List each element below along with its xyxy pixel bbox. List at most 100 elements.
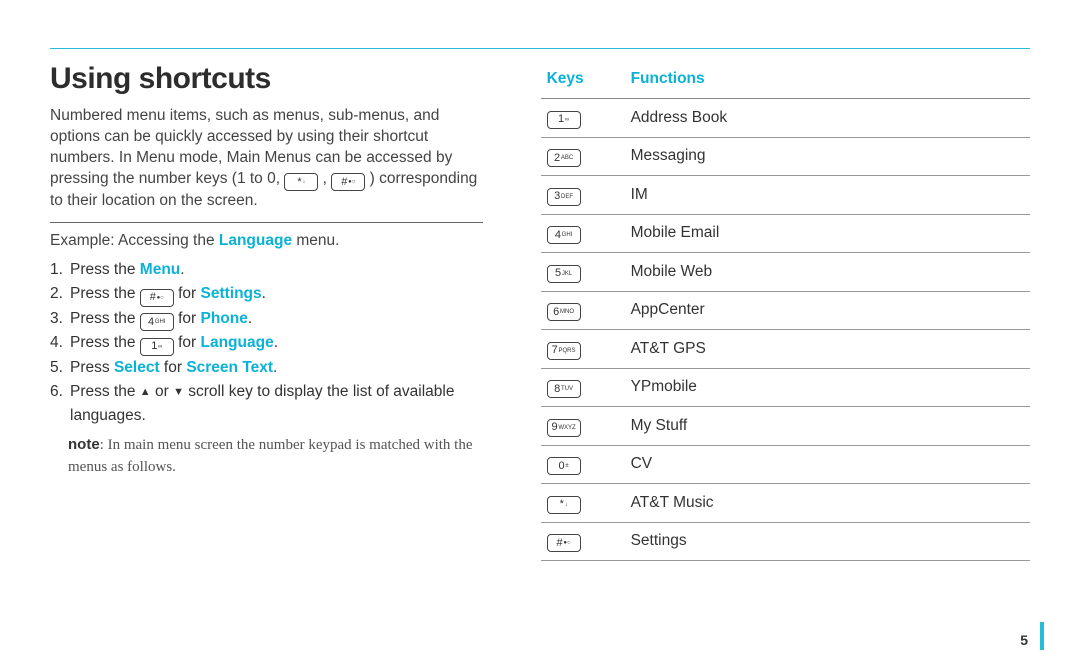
example-line: Example: Accessing the Language menu.: [50, 231, 483, 252]
key-main: 4: [555, 230, 561, 241]
step-keyword: Menu: [140, 261, 180, 278]
key-cell: 5JKL: [541, 253, 625, 292]
function-cell: Address Book: [625, 99, 1030, 138]
keypad-key-icon: 7PQRS: [547, 342, 581, 360]
intro-text-2: ,: [323, 170, 327, 187]
step-keyword: Select: [114, 359, 160, 376]
step-text: .: [248, 310, 252, 327]
keypad-key-icon: 3DEF: [547, 188, 581, 206]
key-sub: DEF: [561, 194, 573, 200]
manual-page: Using shortcuts Numbered menu items, suc…: [0, 0, 1080, 670]
key-cell: 6MNO: [541, 291, 625, 330]
key-main: 8: [554, 384, 560, 395]
function-cell: IM: [625, 176, 1030, 215]
key-cell: 8TUV: [541, 368, 625, 407]
key-sub: ±: [565, 463, 568, 469]
keypad-key-icon: 9WXYZ: [547, 419, 581, 437]
function-cell: AppCenter: [625, 291, 1030, 330]
note-text: : In main menu screen the number keypad …: [68, 437, 472, 475]
keypad-key-icon: 5JKL: [547, 265, 581, 283]
key-sub: GHI: [155, 319, 166, 325]
hash-key-icon: #●○: [140, 289, 174, 307]
page-accent-bar: [1040, 622, 1044, 650]
table-row: 0± CV: [541, 445, 1030, 484]
key-cell: 9WXYZ: [541, 407, 625, 446]
one-key-icon: 1∞: [140, 338, 174, 356]
step-3: Press the 4GHI for Phone.: [50, 307, 483, 332]
key-cell: 4GHI: [541, 214, 625, 253]
table-row: *↓AT&T Music: [541, 484, 1030, 523]
keypad-key-icon: 4GHI: [547, 226, 581, 244]
step-text: Press: [70, 359, 114, 376]
table-row: #●○ Settings: [541, 522, 1030, 561]
keypad-key-icon: 1∞: [547, 111, 581, 129]
table-header-keys: Keys: [541, 62, 625, 99]
function-cell: Settings: [625, 522, 1030, 561]
key-main: 9: [552, 422, 558, 433]
step-keyword: Settings: [200, 285, 261, 302]
key-main: 7: [552, 345, 558, 356]
note-label: note: [68, 436, 100, 453]
key-cell: *↓: [541, 484, 625, 523]
hash-key-icon: #●○: [331, 173, 365, 191]
function-cell: AT&T Music: [625, 484, 1030, 523]
key-main: *: [560, 499, 564, 510]
table-row: 9WXYZ My Stuff: [541, 407, 1030, 446]
table-row: 8TUVYPmobile: [541, 368, 1030, 407]
key-sub: PQRS: [559, 348, 576, 354]
two-column-layout: Using shortcuts Numbered menu items, suc…: [50, 40, 1030, 561]
key-sub: WXYZ: [558, 425, 575, 431]
key-main: 2: [554, 153, 560, 164]
table-row: 3DEF IM: [541, 176, 1030, 215]
four-key-icon: 4GHI: [140, 313, 174, 331]
keypad-key-icon: 0±: [547, 457, 581, 475]
key-cell: 1∞: [541, 99, 625, 138]
step-text: or: [151, 383, 173, 400]
example-suffix: menu.: [292, 232, 339, 249]
step-keyword: Language: [200, 334, 273, 351]
table-header-functions: Functions: [625, 62, 1030, 99]
step-6: Press the ▲ or ▼ scroll key to display t…: [50, 380, 483, 428]
key-main: 4: [148, 317, 154, 328]
step-text: for: [174, 334, 201, 351]
keys-functions-table: Keys Functions 1∞Address Book2ABCMessagi…: [541, 62, 1030, 561]
left-column: Using shortcuts Numbered menu items, suc…: [50, 62, 511, 561]
step-text: .: [180, 261, 184, 278]
intro-paragraph: Numbered menu items, such as menus, sub-…: [50, 106, 483, 212]
step-text: for: [174, 310, 201, 327]
key-main: 1: [151, 341, 157, 352]
function-cell: AT&T GPS: [625, 330, 1030, 369]
key-sub: ●○: [157, 295, 164, 301]
step-text: .: [274, 334, 278, 351]
example-prefix: Example: Accessing the: [50, 232, 219, 249]
key-sub: TUV: [561, 386, 573, 392]
key-sub: ∞: [158, 344, 162, 350]
top-rule: [50, 48, 1030, 49]
table-row: 4GHIMobile Email: [541, 214, 1030, 253]
key-sub: GHI: [562, 232, 573, 238]
steps-list: Press the Menu. Press the #●○ for Settin…: [50, 258, 483, 428]
key-sub: MNO: [560, 309, 574, 315]
key-sub: ∞: [565, 117, 569, 123]
function-cell: My Stuff: [625, 407, 1030, 446]
step-text: .: [262, 285, 266, 302]
function-cell: CV: [625, 445, 1030, 484]
key-cell: 2ABC: [541, 137, 625, 176]
keypad-key-icon: #●○: [547, 534, 581, 552]
function-cell: Mobile Web: [625, 253, 1030, 292]
step-5: Press Select for Screen Text.: [50, 356, 483, 380]
note-block: note: In main menu screen the number key…: [50, 434, 483, 478]
step-2: Press the #●○ for Settings.: [50, 282, 483, 307]
keypad-key-icon: 6MNO: [547, 303, 581, 321]
key-main: 3: [554, 191, 560, 202]
right-column: Keys Functions 1∞Address Book2ABCMessagi…: [511, 62, 1030, 561]
down-triangle-icon: ▼: [173, 387, 184, 398]
step-1: Press the Menu.: [50, 258, 483, 282]
table-row: 5JKL Mobile Web: [541, 253, 1030, 292]
step-text: for: [160, 359, 187, 376]
step-text: .: [273, 359, 277, 376]
divider: [50, 222, 483, 223]
keypad-key-icon: 2ABC: [547, 149, 581, 167]
key-main: 1: [558, 114, 564, 125]
page-number: 5: [1020, 632, 1028, 648]
